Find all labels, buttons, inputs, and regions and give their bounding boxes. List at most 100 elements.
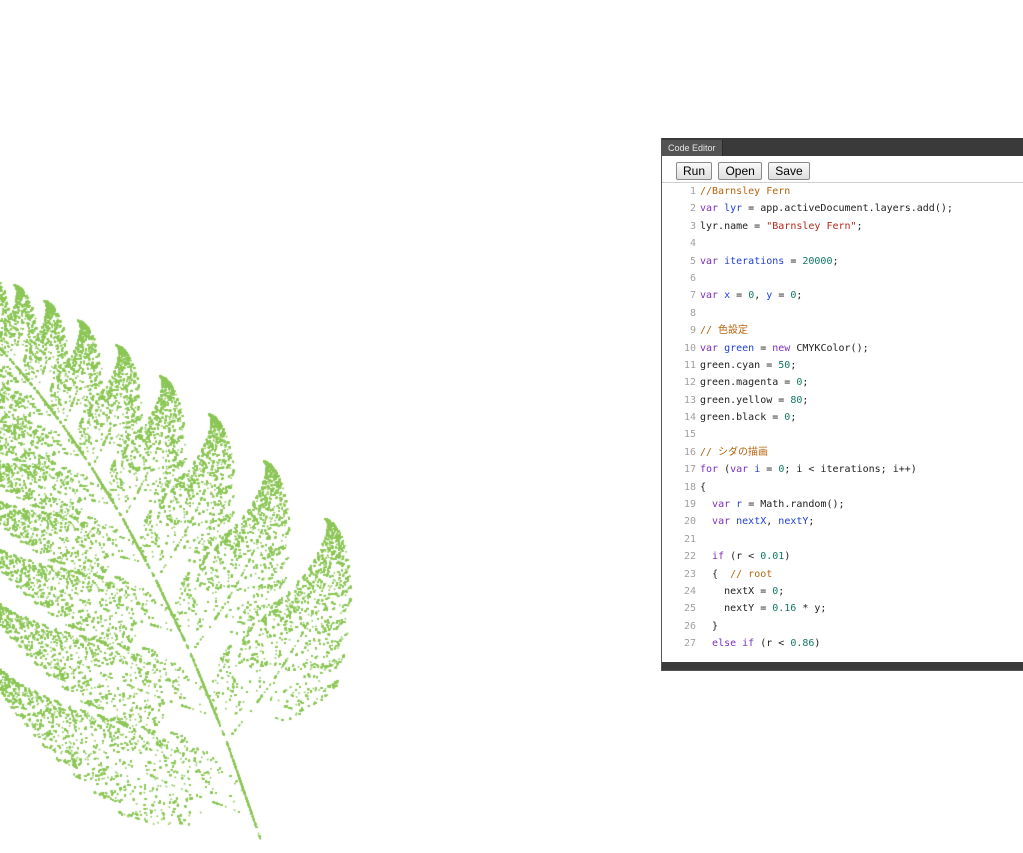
code-token: = [760, 464, 779, 476]
code-line: 10 var green = new CMYKColor(); [662, 340, 1023, 357]
code-text-area[interactable]: 1 //Barnsley Fern 2 var lyr = app.activeDoc… [662, 183, 1023, 659]
code-line: 6 [662, 270, 1023, 287]
line-number: 4 [689, 238, 696, 250]
code-line: 4 [662, 235, 1023, 252]
line-number: 14 [683, 412, 696, 424]
code-line-text: //Barnsley Fern [700, 183, 790, 200]
code-line: 26 } [662, 618, 1023, 635]
code-token: var [700, 203, 725, 215]
code-token: ; [778, 585, 785, 597]
code-token: 0.01 [760, 551, 785, 563]
code-token: lyr.name = [700, 220, 767, 232]
code-editor-tab[interactable]: Code Editor [662, 140, 723, 156]
line-number: 13 [683, 394, 696, 406]
code-line: 14 green.black = 0; [662, 409, 1023, 426]
code-token: var [700, 342, 725, 354]
code-token: ; [790, 412, 797, 424]
code-line-text: green.yellow = 80; [700, 392, 808, 409]
code-token: = Math.random(); [742, 499, 845, 511]
code-line: 24 nextX = 0; [662, 583, 1023, 600]
line-number: 8 [689, 307, 696, 319]
code-token: iterations [724, 255, 785, 267]
code-line-text: nextX = 0; [700, 583, 784, 600]
code-token: green.cyan = [700, 359, 779, 371]
code-line-text: green.cyan = 50; [700, 357, 796, 374]
run-button[interactable]: Run [676, 162, 713, 180]
code-token: var [730, 464, 755, 476]
code-token: 50 [778, 359, 791, 371]
line-number: 25 [683, 603, 696, 615]
code-token: , [766, 516, 779, 528]
code-line-text: // 色設定 [700, 322, 748, 339]
code-token: ; [808, 516, 815, 528]
code-token: nextY = [700, 603, 773, 615]
code-line: 22 if (r < 0.01) [662, 548, 1023, 565]
code-token: { [700, 568, 731, 580]
code-token: { [700, 481, 707, 493]
code-token: new [772, 342, 797, 354]
line-number: 15 [683, 429, 696, 441]
save-button[interactable]: Save [768, 162, 810, 180]
line-number: 27 [683, 638, 696, 650]
line-number: 16 [683, 446, 696, 458]
code-line: 3 lyr.name = "Barnsley Fern"; [662, 218, 1023, 235]
line-number: 2 [689, 203, 696, 215]
code-line-text: { [700, 479, 706, 496]
code-token: if [712, 551, 731, 563]
code-line: 7 var x = 0, y = 0; [662, 287, 1023, 304]
code-token: = [772, 290, 791, 302]
code-token: // シダの描画 [700, 446, 769, 458]
code-token: //Barnsley Fern [700, 186, 791, 197]
code-token: else if [712, 638, 761, 650]
line-number: 1 [689, 186, 696, 197]
code-line-text: var nextX, nextY; [700, 513, 814, 530]
code-line-text: else if (r < 0.86) [700, 635, 820, 652]
line-number: 3 [689, 220, 696, 232]
line-number: 5 [689, 255, 696, 267]
code-line-text: var r = Math.random(); [700, 496, 845, 513]
code-token: nextX = [700, 585, 773, 597]
code-token: = [784, 255, 803, 267]
code-line-text: } [700, 618, 718, 635]
code-line-text: if (r < 0.01) [700, 548, 790, 565]
code-line: 15 [662, 426, 1023, 443]
code-token: * y; [796, 603, 827, 615]
code-line-text: green.black = 0; [700, 409, 796, 426]
code-line-text: green.magenta = 0; [700, 374, 808, 391]
code-token: CMYKColor(); [796, 342, 869, 354]
code-token: nextY [778, 516, 809, 528]
code-token: // root [730, 568, 773, 580]
code-line-text: var green = new CMYKColor(); [700, 340, 869, 357]
code-line: 27 else if (r < 0.86) [662, 635, 1023, 652]
code-line: 20 var nextX, nextY; [662, 513, 1023, 530]
line-number: 26 [683, 620, 696, 632]
code-token: } [700, 620, 719, 632]
line-number: 6 [689, 272, 696, 284]
code-token: , [754, 290, 767, 302]
line-number: 22 [683, 551, 696, 563]
code-line: 9 // 色設定 [662, 322, 1023, 339]
line-number: 9 [689, 325, 696, 337]
code-line-text: var iterations = 20000; [700, 253, 839, 270]
code-token: lyr [724, 203, 743, 215]
code-token: 80 [790, 394, 803, 406]
code-token: var [712, 516, 737, 528]
line-number: 20 [683, 516, 696, 528]
line-number: 24 [683, 585, 696, 597]
code-token: = app.activeDocument.layers.add(); [742, 203, 953, 215]
code-line: 23 { // root [662, 566, 1023, 583]
code-line: 19 var r = Math.random(); [662, 496, 1023, 513]
line-number: 21 [683, 533, 696, 545]
code-line: 16 // シダの描画 [662, 444, 1023, 461]
code-token: var [712, 499, 737, 511]
line-number: 11 [683, 359, 696, 371]
code-token: green [724, 342, 755, 354]
line-number: 10 [683, 342, 696, 354]
open-button[interactable]: Open [718, 162, 762, 180]
code-token: (r < [730, 551, 761, 563]
line-number: 12 [683, 377, 696, 389]
code-token: // 色設定 [700, 325, 749, 337]
line-number: 7 [689, 290, 696, 302]
code-token: 0.16 [772, 603, 797, 615]
